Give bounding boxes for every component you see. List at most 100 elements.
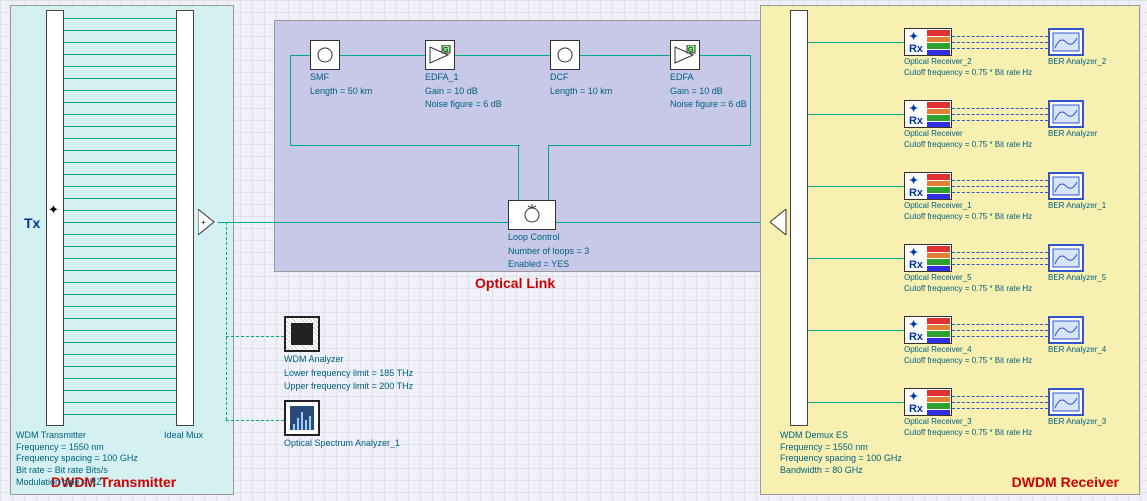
wire-demux-rx — [808, 330, 904, 331]
wdm-tx-name: WDM Transmitter — [16, 430, 138, 442]
rx-cutoff: Cutoff frequency = 0.75 * Bit rate Hz — [904, 428, 1032, 438]
demux-freq: Frequency = 1550 nm — [780, 442, 902, 454]
wdm-analyzer-block[interactable]: WDM Analyzer Lower frequency limit = 185… — [284, 316, 413, 393]
receiver-title: DWDM Receiver — [1012, 474, 1119, 490]
wire-rx-ber — [952, 258, 1048, 259]
ber-analyzer[interactable]: BER Analyzer_4 — [1048, 316, 1106, 355]
demux-name: WDM Demux ES — [780, 430, 902, 442]
edfa2-block[interactable]: G EDFA Gain = 10 dB Noise figure = 6 dB — [670, 40, 747, 111]
rx-cutoff: Cutoff frequency = 0.75 * Bit rate Hz — [904, 356, 1032, 366]
demux-params: WDM Demux ES Frequency = 1550 nm Frequen… — [780, 430, 902, 477]
wire-dash-v — [226, 222, 227, 420]
dcf-block[interactable]: DCF Length = 10 km — [550, 40, 612, 97]
wire-rx-ber — [952, 408, 1048, 409]
rx-cutoff: Cutoff frequency = 0.75 * Bit rate Hz — [904, 212, 1032, 222]
edfa1-nf: Noise figure = 6 dB — [425, 99, 502, 111]
loop-name: Loop Control — [508, 232, 589, 244]
edfa1-gain: Gain = 10 dB — [425, 86, 502, 98]
osa-name: Optical Spectrum Analyzer_1 — [284, 438, 400, 450]
wire-demux-rx — [808, 258, 904, 259]
demux-icon[interactable] — [770, 209, 790, 238]
rx-icon: ✦Rx — [905, 389, 927, 415]
svg-text:G: G — [688, 47, 693, 54]
wire-mux-loop — [218, 222, 520, 223]
edfa2-gain: Gain = 10 dB — [670, 86, 747, 98]
edfa1-block[interactable]: G EDFA_1 Gain = 10 dB Noise figure = 6 d… — [425, 40, 502, 111]
rx-icon: ✦Rx — [905, 29, 927, 55]
wire-rx-ber — [952, 252, 1048, 253]
wdm-transmitter-block[interactable] — [46, 10, 64, 426]
wire-back — [548, 145, 751, 146]
wire-dash-wdm-analyzer — [226, 336, 284, 337]
ideal-mux-block[interactable] — [176, 10, 194, 426]
rx-icon: ✦Rx — [905, 245, 927, 271]
ber-name: BER Analyzer_3 — [1048, 417, 1106, 427]
ber-analyzer[interactable]: BER Analyzer_5 — [1048, 244, 1106, 283]
wire-rx-ber — [952, 48, 1048, 49]
rx-name: Optical Receiver_4 — [904, 345, 1032, 355]
wire-rx-ber — [952, 402, 1048, 403]
rx-icon: ✦Rx — [905, 101, 927, 127]
wire-rx-ber — [952, 264, 1048, 265]
loop-enabled: Enabled = YES — [508, 259, 589, 271]
dcf-name: DCF — [550, 72, 612, 84]
tx-mux-wires — [64, 18, 176, 426]
wire-loop-up — [290, 145, 520, 146]
rx-name: Optical Receiver_3 — [904, 417, 1032, 427]
wire-back-down — [548, 145, 549, 200]
rx-cutoff: Cutoff frequency = 0.75 * Bit rate Hz — [904, 68, 1032, 78]
demux-block[interactable] — [790, 10, 808, 426]
wdm-tx-mod: Modulation type = RZ — [16, 477, 138, 489]
ber-name: BER Analyzer_2 — [1048, 57, 1106, 67]
wdm-tx-bitrate: Bit rate = Bit rate Bits/s — [16, 465, 138, 477]
loop-control-block[interactable]: Loop Control Number of loops = 3 Enabled… — [508, 200, 589, 271]
wire-rx-ber — [952, 336, 1048, 337]
ideal-mux-label: Ideal Mux — [164, 430, 203, 440]
wire-demux-rx — [808, 186, 904, 187]
smf-block[interactable]: SMF Length = 50 km — [310, 40, 372, 97]
wire-smf-in-v — [290, 55, 291, 145]
edfa2-name: EDFA — [670, 72, 747, 84]
rx-name: Optical Receiver_2 — [904, 57, 1032, 67]
wire-rx-ber — [952, 36, 1048, 37]
diode-icon: ✦ — [48, 202, 59, 218]
ber-analyzer[interactable]: BER Analyzer — [1048, 100, 1097, 139]
ber-analyzer[interactable]: BER Analyzer_3 — [1048, 388, 1106, 427]
wire-rx-ber — [952, 42, 1048, 43]
dcf-length: Length = 10 km — [550, 86, 612, 98]
wire-edfa2-out — [700, 55, 750, 56]
wire-loop-demux — [556, 222, 770, 223]
tx-icon: Tx — [24, 215, 40, 231]
wire-rx-ber — [952, 192, 1048, 193]
ber-analyzer[interactable]: BER Analyzer_1 — [1048, 172, 1106, 211]
wire-rx-ber — [952, 180, 1048, 181]
loop-loops: Number of loops = 3 — [508, 246, 589, 258]
wdm-tx-spacing: Frequency spacing = 100 GHz — [16, 453, 138, 465]
mux-icon[interactable]: + — [198, 209, 218, 238]
edfa2-nf: Noise figure = 6 dB — [670, 99, 747, 111]
rx-name: Optical Receiver — [904, 129, 1032, 139]
wire-rx-ber — [952, 108, 1048, 109]
wdm-analyzer-lower: Lower frequency limit = 185 THz — [284, 368, 413, 380]
edfa1-name: EDFA_1 — [425, 72, 502, 84]
wire-demux-rx — [808, 114, 904, 115]
ber-name: BER Analyzer — [1048, 129, 1097, 139]
wire-rx-ber — [952, 186, 1048, 187]
wdm-analyzer-upper: Upper frequency limit = 200 THz — [284, 381, 413, 393]
ber-analyzer[interactable]: BER Analyzer_2 — [1048, 28, 1106, 67]
wire-smf-edfa1 — [340, 55, 425, 56]
osa-block[interactable]: Optical Spectrum Analyzer_1 — [284, 400, 400, 450]
ber-name: BER Analyzer_5 — [1048, 273, 1106, 283]
wire-dcf-edfa2 — [580, 55, 670, 56]
wire-rx-ber — [952, 120, 1048, 121]
rx-name: Optical Receiver_1 — [904, 201, 1032, 211]
wdm-tx-params: WDM Transmitter Frequency = 1550 nm Freq… — [16, 430, 138, 488]
rx-cutoff: Cutoff frequency = 0.75 * Bit rate Hz — [904, 284, 1032, 294]
link-title: Optical Link — [475, 275, 555, 291]
ber-name: BER Analyzer_4 — [1048, 345, 1106, 355]
rx-name: Optical Receiver_5 — [904, 273, 1032, 283]
wire-rx-ber — [952, 396, 1048, 397]
wire-rx-ber — [952, 114, 1048, 115]
wire-edfa2-down — [750, 55, 751, 145]
demux-spacing: Frequency spacing = 100 GHz — [780, 453, 902, 465]
